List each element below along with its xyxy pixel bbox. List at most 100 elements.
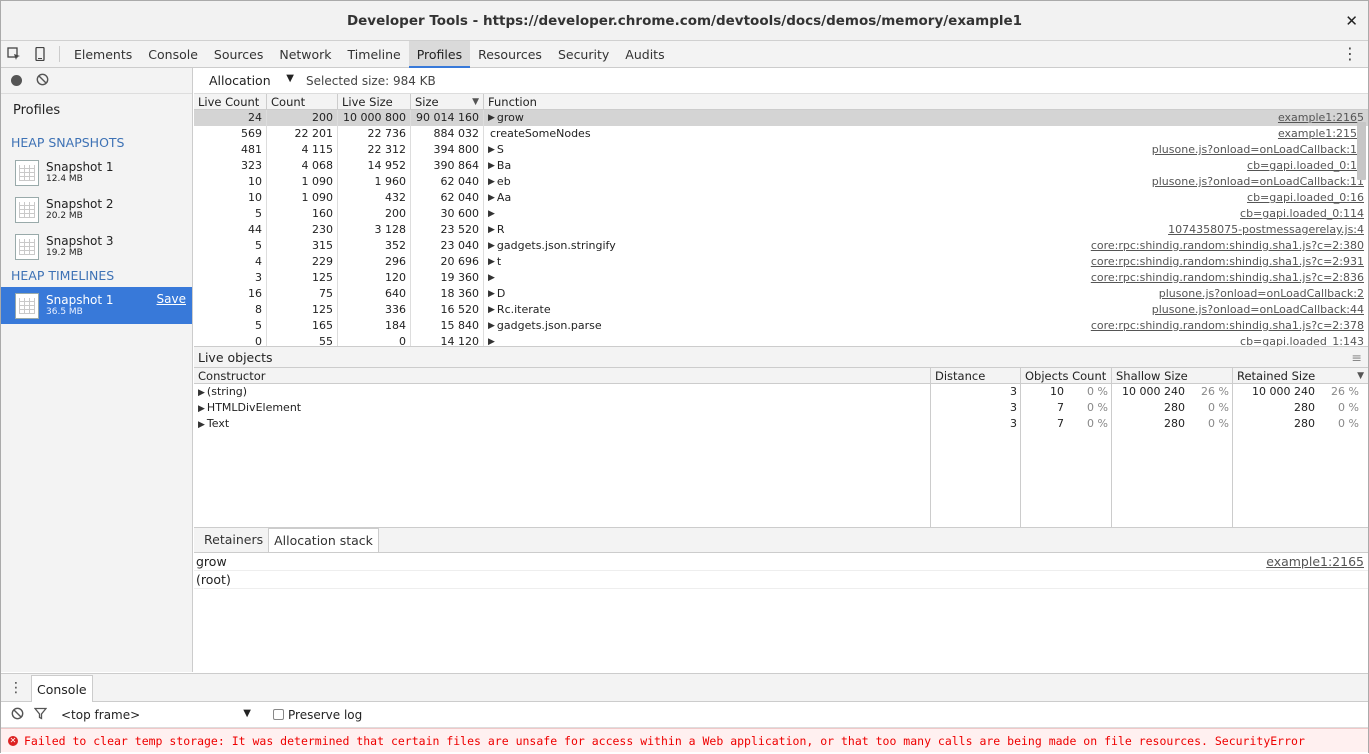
sidebar-item-timeline-snapshot-1[interactable]: Snapshot 1 36.5 MB Save xyxy=(1,287,192,324)
stack-frame[interactable]: grow example1:2165 xyxy=(194,553,1368,571)
expand-arrow-icon[interactable]: ▶ xyxy=(488,254,495,270)
scrollbar-thumb[interactable] xyxy=(1357,122,1366,180)
table-row[interactable]: 569 22 201 22 736 884 032 createSomeNodes exa… xyxy=(194,126,1368,142)
table-row[interactable]: ▶ Text 3 7 0 % 280 0 % 280 0 % xyxy=(194,416,1368,432)
device-mode-icon[interactable] xyxy=(27,41,53,68)
expand-arrow-icon[interactable]: ▶ xyxy=(488,222,495,238)
tab-resources[interactable]: Resources xyxy=(470,41,550,68)
source-link[interactable]: cb=gapi.loaded_0:16 xyxy=(511,158,1364,174)
source-link[interactable]: cb=gapi.loaded_1:143 xyxy=(497,334,1364,346)
source-link[interactable]: core:rpc:shindig.random:shindig.sha1.js?… xyxy=(602,318,1364,334)
expand-arrow-icon[interactable]: ▶ xyxy=(198,404,205,414)
tab-retainers[interactable]: Retainers xyxy=(199,528,268,552)
view-select[interactable]: Allocation ▼ xyxy=(194,73,294,88)
table-row[interactable]: ▶ (string) 3 10 0 % 10 000 240 26 % 10 000 240 2… xyxy=(194,384,1368,400)
cell-count: 1 090 xyxy=(267,190,338,206)
tab-drawer-console[interactable]: Console xyxy=(31,674,93,702)
sidebar-item-snapshot-1[interactable]: Snapshot 1 12.4 MB xyxy=(1,154,192,191)
function-name: gadgets.json.parse xyxy=(496,319,602,332)
expand-arrow-icon[interactable]: ▶ xyxy=(488,318,495,334)
source-link[interactable]: plusone.js?onload=onLoadCallback:2 xyxy=(505,286,1364,302)
expand-arrow-icon[interactable]: ▶ xyxy=(198,420,205,430)
table-row[interactable]: 5 165 184 15 840 ▶ gadgets.json.parse core:rpc… xyxy=(194,318,1368,334)
tab-console[interactable]: Console xyxy=(140,41,206,68)
checkbox-box[interactable] xyxy=(273,708,284,720)
expand-arrow-icon[interactable]: ▶ xyxy=(488,174,495,190)
tab-elements[interactable]: Elements xyxy=(66,41,140,68)
vertical-scrollbar[interactable] xyxy=(1357,112,1366,346)
tab-security[interactable]: Security xyxy=(550,41,617,68)
function-name: gadgets.json.stringify xyxy=(496,239,616,252)
table-row[interactable]: 24 200 10 000 800 90 014 160 ▶ grow example1:2… xyxy=(194,110,1368,126)
source-link[interactable]: example1:2152 xyxy=(591,126,1364,142)
col-function[interactable]: Function xyxy=(484,94,1368,109)
tab-allocation-stack[interactable]: Allocation stack xyxy=(268,528,379,552)
expand-arrow-icon[interactable]: ▶ xyxy=(488,142,495,158)
sidebar-item-snapshot-2[interactable]: Snapshot 2 20.2 MB xyxy=(1,191,192,228)
source-link[interactable]: cb=gapi.loaded_0:16 xyxy=(511,190,1364,206)
expand-arrow-icon[interactable]: ▶ xyxy=(488,190,495,206)
resize-handle-icon[interactable]: ≡ xyxy=(1352,347,1362,368)
source-link[interactable]: core:rpc:shindig.random:shindig.sha1.js?… xyxy=(501,254,1364,270)
col-distance[interactable]: Distance xyxy=(931,368,1021,383)
context-select[interactable]: <top frame> ▼ xyxy=(57,708,251,722)
col-count[interactable]: Count xyxy=(267,94,338,109)
source-link[interactable]: plusone.js?onload=onLoadCallback:11 xyxy=(511,174,1364,190)
expand-arrow-icon[interactable]: ▶ xyxy=(198,388,205,398)
tab-timeline[interactable]: Timeline xyxy=(340,41,409,68)
source-link[interactable]: example1:2165 xyxy=(524,110,1364,126)
table-row[interactable]: 10 1 090 1 960 62 040 ▶ eb plusone.js?onload=o… xyxy=(194,174,1368,190)
col-size[interactable]: Size ▼ xyxy=(411,94,484,109)
table-row[interactable]: 44 230 3 128 23 520 ▶ R 1074358075-postmessage… xyxy=(194,222,1368,238)
table-row[interactable]: 8 125 336 16 520 ▶ Rc.iterate plusone.js?onloa… xyxy=(194,302,1368,318)
col-live-count[interactable]: Live Count xyxy=(194,94,267,109)
tab-network[interactable]: Network xyxy=(271,41,339,68)
source-link[interactable]: 1074358075-postmessagerelay.js:4 xyxy=(505,222,1364,238)
filter-icon[interactable] xyxy=(33,707,48,723)
clear-console-icon[interactable] xyxy=(11,707,24,723)
source-link[interactable]: cb=gapi.loaded_0:114 xyxy=(497,206,1364,222)
stack-frame-link[interactable]: example1:2165 xyxy=(1266,553,1364,571)
close-icon[interactable]: ✕ xyxy=(1345,1,1358,41)
source-link[interactable]: core:rpc:shindig.random:shindig.sha1.js?… xyxy=(497,270,1364,286)
expand-arrow-icon[interactable]: ▶ xyxy=(488,302,495,318)
expand-arrow-icon[interactable]: ▶ xyxy=(488,110,495,126)
inspect-element-icon[interactable] xyxy=(1,41,27,68)
table-row[interactable]: 16 75 640 18 360 ▶ Dplusone.js?onload=onLoadC… xyxy=(194,286,1368,302)
expand-arrow-icon[interactable]: ▶ xyxy=(488,286,495,302)
preserve-log-checkbox[interactable]: Preserve log xyxy=(273,708,362,722)
table-row[interactable]: 10 1 090 432 62 040 ▶ Aa cb=gapi.loaded_0:16 xyxy=(194,190,1368,206)
sidebar-item-snapshot-3[interactable]: Snapshot 3 19.2 MB xyxy=(1,228,192,265)
stack-frame[interactable]: (root) xyxy=(194,571,1368,589)
tab-audits[interactable]: Audits xyxy=(617,41,672,68)
col-constructor[interactable]: Constructor xyxy=(194,368,931,383)
table-row[interactable]: 481 4 115 22 312 394 800 ▶ Splusone.js?onload… xyxy=(194,142,1368,158)
source-link[interactable]: plusone.js?onload=onLoadCallback:11 xyxy=(504,142,1364,158)
source-link[interactable]: plusone.js?onload=onLoadCallback:44 xyxy=(551,302,1364,318)
table-row[interactable]: 3 125 120 19 360 ▶ core:rpc:shindig.random:sh… xyxy=(194,270,1368,286)
table-row[interactable]: ▶ HTMLDivElement 3 7 0 % 280 0 % 280 0 % xyxy=(194,400,1368,416)
col-live-size[interactable]: Live Size xyxy=(338,94,411,109)
table-row[interactable]: 5 315 352 23 040 ▶ gadgets.json.stringify core… xyxy=(194,238,1368,254)
col-objects-count[interactable]: Objects Count xyxy=(1021,368,1112,383)
col-shallow-size[interactable]: Shallow Size xyxy=(1112,368,1233,383)
more-options-icon[interactable]: ⋮ xyxy=(1342,46,1358,62)
source-link[interactable]: core:rpc:shindig.random:shindig.sha1.js?… xyxy=(616,238,1364,254)
drawer-menu-icon[interactable]: ⋮ xyxy=(1,680,31,696)
col-retained-size[interactable]: Retained Size ▼ xyxy=(1233,368,1368,383)
expand-arrow-icon[interactable]: ▶ xyxy=(488,206,495,222)
expand-arrow-icon[interactable]: ▶ xyxy=(488,334,495,346)
tab-profiles[interactable]: Profiles xyxy=(408,40,471,68)
expand-arrow-icon[interactable]: ▶ xyxy=(488,270,495,286)
table-row[interactable]: 323 4 068 14 952 390 864 ▶ Ba cb=gapi.loaded_0… xyxy=(194,158,1368,174)
expand-arrow-icon[interactable]: ▶ xyxy=(488,158,495,174)
tab-sources[interactable]: Sources xyxy=(206,41,271,68)
cell-constructor: ▶ (string) xyxy=(194,384,931,400)
table-row[interactable]: 4 229 296 20 696 ▶ t core:rpc:shindig.random:s… xyxy=(194,254,1368,270)
table-row[interactable]: 0 55 0 14 120 ▶ cb=gapi.loaded_1:143 xyxy=(194,334,1368,346)
table-row[interactable]: 5 160 200 30 600 ▶ cb=gapi.loaded_0:114 xyxy=(194,206,1368,222)
clear-icon[interactable] xyxy=(36,73,49,89)
save-link[interactable]: Save xyxy=(157,292,186,306)
expand-arrow-icon[interactable]: ▶ xyxy=(488,238,495,254)
record-icon[interactable] xyxy=(11,75,22,86)
